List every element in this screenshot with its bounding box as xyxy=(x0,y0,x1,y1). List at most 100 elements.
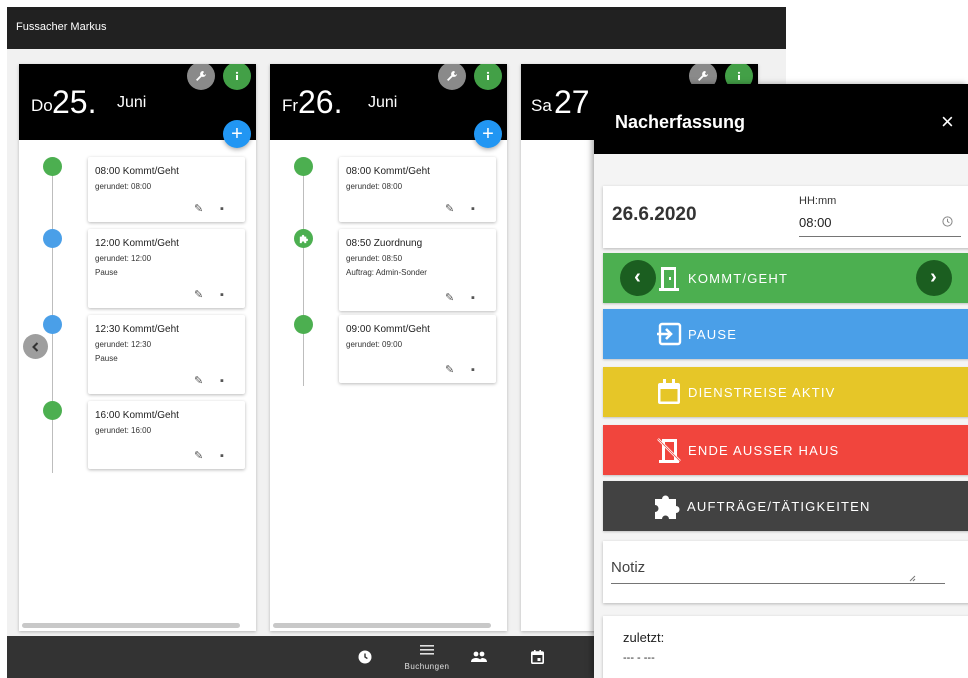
edit-icon[interactable]: ✎ xyxy=(194,449,203,462)
nacherfassung-dialog: Nacherfassung × 26.6.2020 HH:mm 08:00 ‹ … xyxy=(594,84,968,678)
booking-entry[interactable]: 08:00 Kommt/Geht gerundet: 08:00 ✎ ▪ xyxy=(339,157,496,222)
plus-icon: + xyxy=(482,123,494,145)
entry-extra: Auftrag: Admin-Sonder xyxy=(346,268,427,277)
info-icon xyxy=(486,71,490,80)
day-number: 27 xyxy=(554,84,590,120)
info-icon xyxy=(235,71,239,80)
previous-button[interactable]: ‹ xyxy=(620,260,656,296)
entry-extra: Pause xyxy=(95,354,118,363)
booking-date[interactable]: 26.6.2020 xyxy=(612,204,697,226)
clock-icon xyxy=(358,650,372,664)
plus-icon: + xyxy=(231,123,243,145)
entry-title: 08:00 Kommt/Geht xyxy=(95,166,179,177)
edit-icon[interactable]: ✎ xyxy=(194,288,203,301)
last-value: --- - --- xyxy=(623,652,655,664)
resize-handle-icon[interactable] xyxy=(909,575,916,582)
booking-entry[interactable]: 08:00 Kommt/Geht gerundet: 08:00 ✎ ▪ xyxy=(88,157,245,222)
entry-rounded: gerundet: 12:00 xyxy=(95,254,152,263)
entry-title: 09:00 Kommt/Geht xyxy=(346,324,430,335)
wrench-icon xyxy=(447,71,457,81)
entry-extra: Pause xyxy=(95,268,118,277)
nav-time[interactable] xyxy=(335,636,395,678)
add-entry-button[interactable]: + xyxy=(223,120,251,148)
timeline-dot-assignment xyxy=(294,229,313,248)
user-name: Fussacher Markus xyxy=(16,21,107,33)
delete-icon[interactable]: ▪ xyxy=(471,364,475,376)
kommt-geht-button[interactable]: ‹ KOMMT/GEHT › xyxy=(603,253,968,303)
booking-entry[interactable]: 08:50 Zuordnung gerundet: 08:50 Auftrag:… xyxy=(339,229,496,311)
puzzle-icon xyxy=(299,234,309,244)
edit-icon[interactable]: ✎ xyxy=(445,363,454,376)
timeline-dot-pause xyxy=(43,315,62,334)
entry-title: 08:50 Zuordnung xyxy=(346,238,423,249)
edit-icon[interactable]: ✎ xyxy=(194,374,203,387)
people-icon xyxy=(471,651,487,662)
delete-icon[interactable]: ▪ xyxy=(220,375,224,387)
horizontal-scrollbar[interactable] xyxy=(22,623,240,628)
pause-button[interactable]: PAUSE xyxy=(603,309,968,359)
timeline-dot-kommt-geht xyxy=(43,401,62,420)
settings-button[interactable] xyxy=(187,64,215,90)
pause-label: PAUSE xyxy=(688,327,738,342)
door-icon xyxy=(659,267,679,291)
wrench-icon xyxy=(698,71,708,81)
booking-entry[interactable]: 16:00 Kommt/Geht gerundet: 16:00 ✎ ▪ xyxy=(88,401,245,469)
add-entry-button[interactable]: + xyxy=(474,120,502,148)
delete-icon[interactable]: ▪ xyxy=(220,289,224,301)
note-input[interactable]: Notiz xyxy=(611,559,645,576)
settings-button[interactable] xyxy=(438,64,466,90)
auftraege-button[interactable]: AUFTRÄGE/TÄTIGKEITEN xyxy=(603,481,968,531)
time-label: HH:mm xyxy=(799,195,837,207)
info-button[interactable] xyxy=(223,64,251,90)
ende-ausser-haus-label: ENDE AUSSER HAUS xyxy=(688,443,840,458)
close-icon[interactable]: × xyxy=(941,109,954,135)
auftraege-label: AUFTRÄGE/TÄTIGKEITEN xyxy=(687,499,871,514)
entry-rounded: gerundet: 08:00 xyxy=(95,182,152,191)
time-input[interactable]: 08:00 xyxy=(799,215,832,230)
day-column-friday: Fr 26. Juni + 08:00 Kommt/Geht gerundet:… xyxy=(270,64,507,631)
entry-rounded: gerundet: 08:50 xyxy=(346,254,403,263)
dialog-header: Nacherfassung × xyxy=(594,84,968,154)
delete-icon[interactable]: ▪ xyxy=(471,292,475,304)
previous-day-button[interactable] xyxy=(23,334,48,359)
day-number: 25. xyxy=(52,84,97,120)
dienstreise-label: DIENSTREISE AKTIV xyxy=(688,385,836,400)
wrench-icon xyxy=(196,71,206,81)
booking-entry[interactable]: 12:00 Kommt/Geht gerundet: 12:00 Pause ✎… xyxy=(88,229,245,308)
calendar-icon xyxy=(530,650,544,664)
entry-title: 12:00 Kommt/Geht xyxy=(95,238,179,249)
login-arrow-icon xyxy=(657,322,682,346)
delete-icon[interactable]: ▪ xyxy=(220,450,224,462)
nav-people[interactable] xyxy=(449,636,509,678)
booking-entry[interactable]: 12:30 Kommt/Geht gerundet: 12:30 Pause ✎… xyxy=(88,315,245,394)
time-input-underline xyxy=(799,236,961,237)
entry-rounded: gerundet: 12:30 xyxy=(95,340,152,349)
entry-rounded: gerundet: 16:00 xyxy=(95,426,152,435)
delete-icon[interactable]: ▪ xyxy=(220,203,224,215)
booking-entry[interactable]: 09:00 Kommt/Geht gerundet: 09:00 ✎ ▪ xyxy=(339,315,496,383)
day-column-thursday: Do 25. Juni + 08:00 Kommt/Geht gerundet:… xyxy=(19,64,256,631)
day-header: Fr 26. Juni + xyxy=(270,64,507,148)
dienstreise-button[interactable]: DIENSTREISE AKTIV xyxy=(603,367,968,417)
edit-icon[interactable]: ✎ xyxy=(194,202,203,215)
edit-icon[interactable]: ✎ xyxy=(445,202,454,215)
timeline-dot-pause xyxy=(43,229,62,248)
nav-bookings[interactable]: Buchungen xyxy=(397,636,457,678)
month-name: Juni xyxy=(368,94,398,111)
entry-title: 08:00 Kommt/Geht xyxy=(346,166,430,177)
day-header: Do 25. Juni + xyxy=(19,64,256,148)
info-icon xyxy=(737,71,741,80)
clock-icon[interactable] xyxy=(942,216,953,227)
edit-icon[interactable]: ✎ xyxy=(445,291,454,304)
nav-calendar[interactable] xyxy=(507,636,567,678)
next-button[interactable]: › xyxy=(916,260,952,296)
calendar-icon xyxy=(658,379,680,404)
delete-icon[interactable]: ▪ xyxy=(471,203,475,215)
day-of-week: Fr xyxy=(282,96,299,115)
horizontal-scrollbar[interactable] xyxy=(273,623,491,628)
ende-ausser-haus-button[interactable]: ENDE AUSSER HAUS xyxy=(603,425,968,475)
timeline-dot-kommt-geht xyxy=(294,315,313,334)
note-card: Notiz xyxy=(603,541,968,603)
kommt-geht-label: KOMMT/GEHT xyxy=(688,271,789,286)
info-button[interactable] xyxy=(474,64,502,90)
